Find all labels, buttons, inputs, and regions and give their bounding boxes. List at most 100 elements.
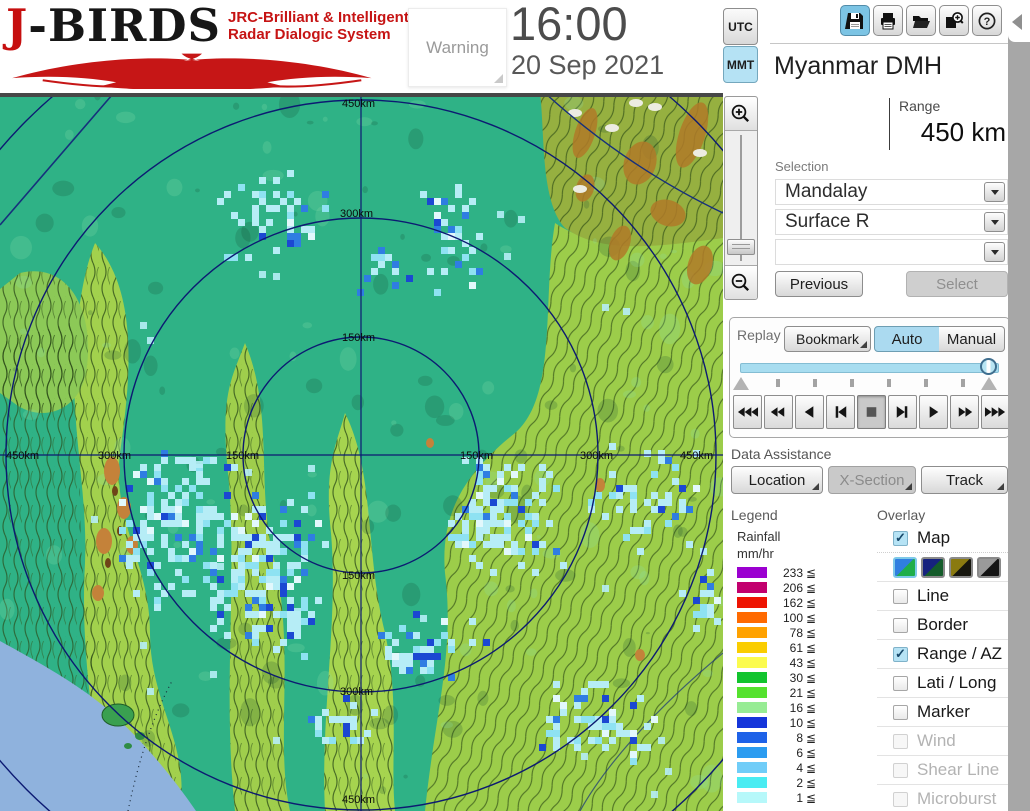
slider-end-marker[interactable]	[981, 377, 997, 390]
select-button[interactable]: Select	[906, 271, 1008, 297]
option-dropdown[interactable]	[775, 239, 1008, 265]
manual-button[interactable]: Manual	[939, 326, 1005, 352]
overlay-checkbox[interactable]	[893, 617, 908, 633]
step-backward-button[interactable]	[826, 395, 855, 429]
overlay-checkbox[interactable]	[893, 704, 908, 720]
legend-value: 8	[796, 730, 803, 745]
chevron-down-icon	[990, 249, 999, 255]
overlay-item-label: Microburst	[917, 789, 997, 808]
product-dropdown-arrow[interactable]	[984, 212, 1005, 232]
step-forward-button[interactable]	[888, 395, 917, 429]
overlay-item-label: Border	[917, 615, 969, 634]
legend-value: 21	[789, 685, 803, 700]
map-style-button[interactable]	[921, 556, 945, 578]
overlay-row-map[interactable]: Map	[877, 524, 1008, 553]
overlay-checkbox[interactable]	[893, 646, 908, 662]
time-slider-handle[interactable]	[980, 358, 997, 375]
overlay-row-line[interactable]: Line	[877, 582, 1008, 611]
rewind-fast-button[interactable]	[733, 395, 762, 429]
logo-title: J-BIRDS	[6, 2, 221, 50]
legend-value: 6	[796, 745, 803, 760]
map-style-button[interactable]	[893, 556, 917, 578]
forward-fast-button[interactable]	[981, 395, 1010, 429]
overlay-row-lati-long[interactable]: Lati / Long	[877, 669, 1008, 698]
site-dropdown[interactable]: Mandalay	[775, 179, 1008, 205]
stop-button[interactable]	[857, 395, 886, 429]
warning-button[interactable]: Warning	[408, 8, 507, 87]
legend-value: 78	[789, 625, 803, 640]
legend-value: 162	[782, 595, 803, 610]
auto-button[interactable]: Auto	[874, 326, 940, 352]
help-icon: ?	[978, 12, 996, 29]
zoom-out-button[interactable]	[725, 265, 757, 299]
range-divider	[889, 98, 890, 150]
overlay-checkbox[interactable]	[893, 530, 908, 546]
play-backward-button[interactable]	[795, 395, 824, 429]
add-window-button[interactable]	[939, 5, 969, 36]
map-style-button[interactable]	[949, 556, 973, 578]
playback-controls	[733, 395, 1010, 429]
track-button[interactable]: Track	[921, 466, 1008, 494]
print-button[interactable]	[873, 5, 903, 36]
legend-color-swatch	[737, 642, 767, 653]
overlay-checkbox[interactable]	[893, 675, 908, 691]
overlay-item-label: Range / AZ	[917, 644, 1003, 663]
previous-button[interactable]: Previous	[775, 271, 863, 297]
legend-value: 10	[789, 715, 803, 730]
site-dropdown-arrow[interactable]	[984, 182, 1005, 202]
overlay-item-label: Line	[917, 586, 950, 605]
overlay-checkbox	[893, 791, 908, 807]
warning-label: Warning	[426, 37, 489, 57]
play-button[interactable]	[919, 395, 948, 429]
zoom-slider-handle[interactable]	[727, 239, 755, 255]
legend-row: 4 ≦	[737, 760, 816, 775]
time-slider-track[interactable]	[740, 363, 999, 373]
legend-le-symbol: ≦	[806, 655, 817, 670]
range-box: Range 450 km	[775, 96, 1008, 152]
legend-color-swatch	[737, 567, 767, 578]
radar-map[interactable]: 450km 300km 150km 150km 300km 450km 450km 300km…	[0, 0, 835, 811]
range-ring-label: 450km	[6, 450, 39, 462]
legend-value: 4	[796, 760, 803, 775]
save-button[interactable]	[840, 5, 870, 36]
overlay-row-wind: Wind	[877, 727, 1008, 756]
slider-start-marker[interactable]	[733, 377, 749, 390]
legend-color-swatch	[737, 627, 767, 638]
location-button[interactable]: Location	[731, 466, 823, 494]
range-ring-label: 450km	[680, 450, 713, 462]
forward-button[interactable]	[950, 395, 979, 429]
play-icon	[929, 406, 939, 418]
open-folder-button[interactable]	[906, 5, 936, 36]
data-assistance-label: Data Assistance	[731, 446, 832, 462]
legend-le-symbol: ≦	[806, 625, 817, 640]
legend-color-swatch	[737, 777, 767, 788]
legend-label: Legend	[731, 507, 778, 523]
legend-color-swatch	[737, 747, 767, 758]
legend-le-symbol: ≦	[806, 580, 817, 595]
overlay-row-marker[interactable]: Marker	[877, 698, 1008, 727]
overlay-row-border[interactable]: Border	[877, 611, 1008, 640]
xsection-button[interactable]: X-Section	[828, 466, 916, 494]
play-backward-icon	[804, 406, 814, 418]
mmt-label: MMT	[726, 57, 755, 72]
product-dropdown[interactable]: Surface R	[775, 209, 1008, 235]
bookmark-button[interactable]: Bookmark	[784, 326, 871, 352]
legend-le-symbol: ≦	[806, 745, 817, 760]
slider-tick	[850, 379, 854, 387]
slider-tick	[924, 379, 928, 387]
zoom-in-button[interactable]	[725, 97, 757, 131]
option-dropdown-arrow[interactable]	[984, 242, 1005, 262]
map-style-button[interactable]	[977, 556, 1001, 578]
overlay-checkbox[interactable]	[893, 588, 908, 604]
jbirds-window: J-BIRDS JRC-Brilliant & Intelligent Rada…	[0, 0, 1030, 811]
overlay-row-range-az[interactable]: Range / AZ	[877, 640, 1008, 669]
help-button[interactable]: ?	[972, 5, 1002, 36]
mmt-button[interactable]: MMT	[723, 46, 758, 83]
utc-button[interactable]: UTC	[723, 8, 758, 45]
collapse-arrow-icon[interactable]	[1012, 14, 1022, 30]
logo-subtitle-line1: JRC-Brilliant & Intelligent	[227, 9, 409, 26]
legend-le-symbol: ≦	[806, 760, 817, 775]
range-ring-label: 450km	[342, 794, 375, 806]
legend-le-symbol: ≦	[806, 640, 817, 655]
rewind-button[interactable]	[764, 395, 793, 429]
